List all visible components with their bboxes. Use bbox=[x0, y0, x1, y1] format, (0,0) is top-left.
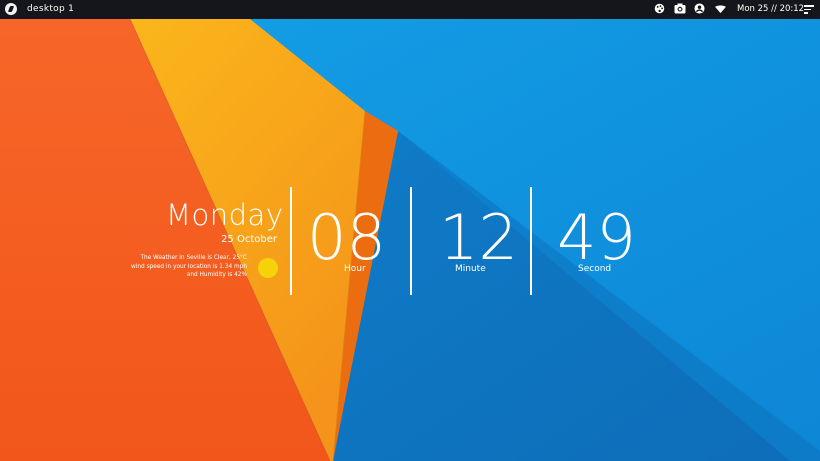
clock-text[interactable]: Mon 25 // 20:12 bbox=[737, 4, 804, 14]
second-label: Second bbox=[578, 264, 612, 274]
minute-label: Minute bbox=[455, 264, 486, 274]
workspace-label[interactable]: desktop 1 bbox=[27, 4, 74, 14]
camera-icon[interactable] bbox=[674, 3, 686, 17]
divider bbox=[530, 187, 532, 295]
palette-icon[interactable] bbox=[654, 3, 665, 17]
user-icon[interactable] bbox=[694, 3, 705, 17]
weather-text: The Weather in Seville is Clear, 25°C wi… bbox=[67, 254, 247, 280]
weather-line: wind speed in your location is 1.34 mph bbox=[131, 263, 247, 270]
menu-icon[interactable] bbox=[804, 5, 814, 14]
divider bbox=[290, 187, 292, 295]
weather-line: and Humidity is 42% bbox=[186, 272, 247, 278]
divider bbox=[410, 187, 412, 295]
top-panel: desktop 1 Mon 25 // 20:12 bbox=[0, 0, 820, 19]
weather-line: The Weather in Seville is Clear, 25°C bbox=[140, 255, 247, 261]
weekday-text: Monday bbox=[166, 198, 284, 232]
date-text: 25 October bbox=[221, 234, 277, 245]
sun-icon bbox=[258, 258, 278, 278]
launcher-logo-icon[interactable] bbox=[5, 3, 17, 15]
wifi-icon[interactable] bbox=[715, 5, 726, 17]
hour-label: Hour bbox=[344, 264, 366, 274]
